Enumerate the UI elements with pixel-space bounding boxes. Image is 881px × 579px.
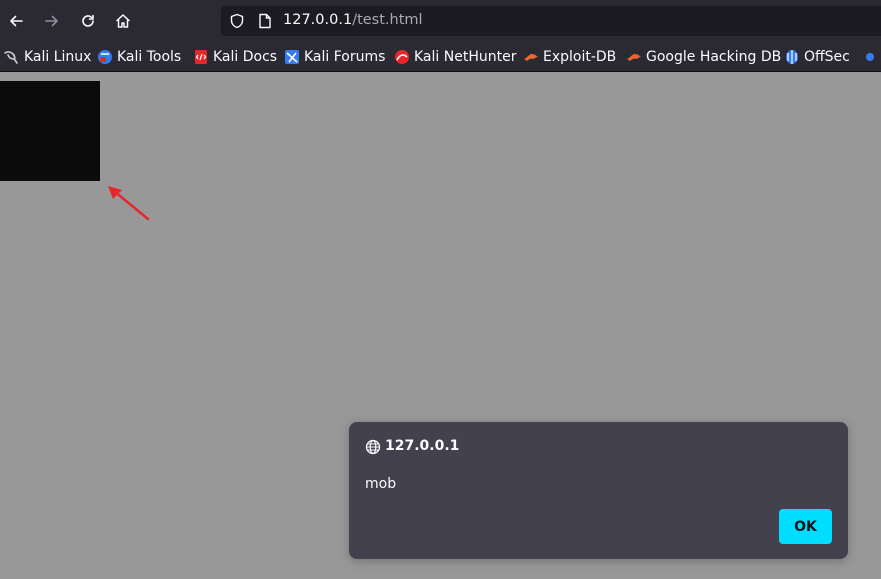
red-annotation-arrow	[108, 186, 150, 221]
page-icon[interactable]	[258, 13, 272, 29]
home-button[interactable]	[109, 7, 137, 35]
bookmark-label: Kali Tools	[117, 49, 182, 65]
exploit-db-icon	[524, 54, 538, 61]
bookmark-exploit-db[interactable]: Exploit-DB	[523, 48, 616, 66]
home-icon	[116, 14, 130, 28]
url-host: 127.0.0.1	[283, 12, 353, 28]
bookmark-icon	[866, 53, 874, 61]
dialog-origin: 127.0.0.1	[385, 438, 460, 454]
ghdb-icon	[627, 54, 641, 61]
kali-nethunter-icon	[395, 50, 409, 64]
bookmark-kali-tools[interactable]: Kali Tools	[97, 48, 181, 66]
kali-forums-icon	[285, 50, 299, 64]
bookmark-label: Kali NetHunter	[414, 49, 517, 65]
bookmark-overflow[interactable]	[862, 48, 881, 66]
forward-arrow-icon	[45, 15, 58, 27]
forward-button[interactable]	[38, 7, 66, 35]
url-text[interactable]: 127.0.0.1/test.html	[283, 12, 423, 28]
bookmarks-toolbar: Kali Linux Kali Tools Kali Docs Kali For…	[0, 42, 881, 72]
kali-tools-icon	[98, 50, 112, 64]
shield-icon[interactable]	[229, 13, 245, 29]
bookmark-kali-docs[interactable]: Kali Docs	[193, 48, 277, 66]
globe-icon	[365, 439, 381, 455]
bookmark-label: Exploit-DB	[543, 49, 617, 65]
black-square	[0, 81, 100, 181]
bookmark-kali-forums[interactable]: Kali Forums	[284, 48, 385, 66]
bookmark-label: Kali Forums	[304, 49, 386, 65]
address-bar[interactable]: 127.0.0.1/test.html	[221, 6, 881, 36]
browser-toolbar: 127.0.0.1/test.html	[0, 0, 881, 42]
offsec-icon	[786, 50, 798, 64]
bookmark-offsec[interactable]: OffSec	[784, 48, 850, 66]
kali-docs-icon	[195, 50, 207, 64]
dialog-message: mob	[365, 476, 397, 492]
bookmark-kali-nethunter[interactable]: Kali NetHunter	[394, 48, 516, 66]
kali-dragon-icon	[4, 51, 18, 64]
ok-button[interactable]: OK	[779, 509, 832, 544]
url-path: /test.html	[352, 12, 423, 28]
bookmark-google-hacking-db[interactable]: Google Hacking DB	[626, 48, 781, 66]
bookmark-label: Kali Docs	[213, 49, 278, 65]
back-button[interactable]	[2, 7, 30, 35]
bookmark-label: Kali Linux	[24, 49, 92, 65]
bookmark-kali-linux[interactable]: Kali Linux	[4, 48, 91, 66]
alert-dialog: 127.0.0.1 mob OK	[349, 422, 848, 559]
bookmark-label: Google Hacking DB	[646, 49, 782, 65]
bookmark-label: OffSec	[804, 49, 850, 65]
reload-icon	[82, 14, 94, 27]
back-arrow-icon	[10, 15, 23, 27]
reload-button[interactable]	[74, 7, 102, 35]
